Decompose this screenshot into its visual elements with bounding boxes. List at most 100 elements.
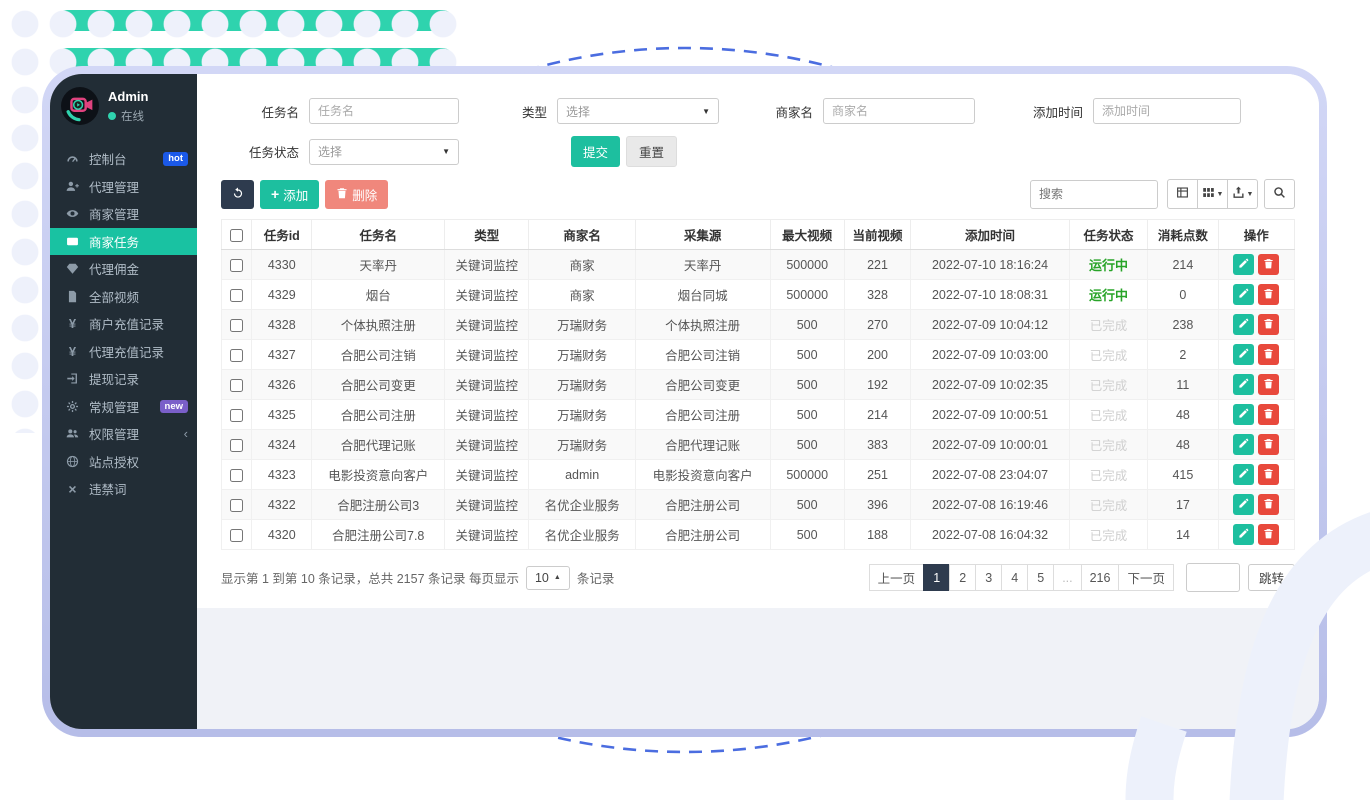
sidebar-item-4[interactable]: 商家任务 — [50, 228, 197, 256]
row-delete-button[interactable] — [1258, 254, 1279, 275]
cell-points: 0 — [1148, 280, 1218, 310]
row-checkbox[interactable] — [230, 469, 243, 482]
edit-button[interactable] — [1233, 404, 1254, 425]
sidebar-item-13[interactable]: ×违禁词 — [50, 475, 197, 503]
type-select[interactable]: 选择 ▼ — [557, 98, 719, 124]
pencil-icon — [1238, 527, 1249, 542]
row-checkbox[interactable] — [230, 379, 243, 392]
sidebar-item-2[interactable]: 代理管理 — [50, 173, 197, 201]
sidebar-item-1[interactable]: 控制台hot — [50, 145, 197, 173]
column-header: 商家名 — [529, 220, 635, 250]
user-name: Admin — [108, 89, 148, 104]
toggle-view-icon — [1176, 186, 1189, 202]
edit-button[interactable] — [1233, 434, 1254, 455]
add-button[interactable]: + 添加 — [260, 180, 319, 209]
submit-button[interactable]: 提交 — [571, 136, 620, 167]
cell-max-videos: 500 — [770, 370, 844, 400]
status-badge: 已完成 — [1090, 379, 1128, 393]
page-size-select[interactable]: 10 ▲ — [526, 566, 570, 590]
row-checkbox[interactable] — [230, 289, 243, 302]
add-time-input[interactable] — [1093, 98, 1241, 124]
cell-add-time: 2022-07-09 10:02:35 — [911, 370, 1070, 400]
row-checkbox[interactable] — [230, 259, 243, 272]
select-all-checkbox[interactable] — [230, 229, 243, 242]
app-card: Admin 在线 控制台hot代理管理商家管理商家任务代理佣金全部视频¥商户充值… — [42, 66, 1327, 737]
cell-merchant: 万瑞财务 — [529, 310, 635, 340]
pencil-icon — [1238, 467, 1249, 482]
select-all-checkbox-cell — [222, 220, 252, 250]
row-delete-button[interactable] — [1258, 494, 1279, 515]
page-button-2[interactable]: 2 — [949, 564, 976, 591]
edit-button[interactable] — [1233, 344, 1254, 365]
reset-button[interactable]: 重置 — [626, 136, 677, 167]
avatar[interactable] — [61, 87, 99, 125]
cell-points: 11 — [1148, 370, 1218, 400]
status-badge: 已完成 — [1090, 499, 1128, 513]
row-checkbox[interactable] — [230, 349, 243, 362]
task-name-input[interactable] — [309, 98, 459, 124]
row-delete-button[interactable] — [1258, 284, 1279, 305]
row-delete-button[interactable] — [1258, 374, 1279, 395]
view-button-group: ▼ ▼ — [1168, 179, 1258, 209]
row-delete-button[interactable] — [1258, 434, 1279, 455]
edit-button[interactable] — [1233, 314, 1254, 335]
status-badge: 运行中 — [1089, 288, 1128, 303]
edit-button[interactable] — [1233, 524, 1254, 545]
type-label: 类型 — [487, 102, 547, 121]
merchant-name-input[interactable] — [823, 98, 975, 124]
sidebar-item-label: 控制台 — [89, 149, 127, 168]
refresh-icon — [232, 187, 244, 202]
search-button[interactable] — [1264, 179, 1295, 209]
edit-button[interactable] — [1233, 464, 1254, 485]
page-button-3[interactable]: 3 — [975, 564, 1002, 591]
sidebar-item-3[interactable]: 商家管理 — [50, 200, 197, 228]
task-status-select[interactable]: 选择 ▼ — [309, 139, 459, 165]
row-delete-button[interactable] — [1258, 344, 1279, 365]
sidebar-item-7[interactable]: ¥商户充值记录 — [50, 310, 197, 338]
row-checkbox[interactable] — [230, 499, 243, 512]
edit-button[interactable] — [1233, 284, 1254, 305]
row-delete-button[interactable] — [1258, 464, 1279, 485]
cell-add-time: 2022-07-09 10:03:00 — [911, 340, 1070, 370]
page-button-216[interactable]: 216 — [1081, 564, 1120, 591]
refresh-button[interactable] — [221, 180, 254, 209]
page-button-1[interactable]: 1 — [923, 564, 950, 591]
table-row: 4327合肥公司注销关键词监控万瑞财务合肥公司注销5002002022-07-0… — [222, 340, 1295, 370]
row-checkbox[interactable] — [230, 319, 243, 332]
sidebar-item-8[interactable]: ¥代理充值记录 — [50, 338, 197, 366]
row-delete-button[interactable] — [1258, 524, 1279, 545]
pagination: 显示第 1 到第 10 条记录，总共 2157 条记录 每页显示 10 ▲ 条记… — [221, 563, 1295, 592]
row-delete-button[interactable] — [1258, 314, 1279, 335]
sidebar-item-label: 全部视频 — [89, 287, 139, 306]
row-delete-button[interactable] — [1258, 404, 1279, 425]
cell-task-name: 电影投资意向客户 — [312, 460, 445, 490]
edit-button[interactable] — [1233, 254, 1254, 275]
prev-page-button[interactable]: 上一页 — [869, 564, 925, 591]
cell-add-time: 2022-07-10 18:16:24 — [911, 250, 1070, 280]
cell-points: 14 — [1148, 520, 1218, 550]
sidebar-item-10[interactable]: 常规管理new — [50, 393, 197, 421]
cell-current-videos: 188 — [844, 520, 910, 550]
sidebar-item-5[interactable]: 代理佣金 — [50, 255, 197, 283]
page-button-5[interactable]: 5 — [1027, 564, 1054, 591]
sidebar-item-12[interactable]: 站点授权 — [50, 448, 197, 476]
sidebar-item-9[interactable]: 提现记录 — [50, 365, 197, 393]
caret-down-icon: ▼ — [442, 147, 450, 156]
sidebar-item-6[interactable]: 全部视频 — [50, 283, 197, 311]
page-button-4[interactable]: 4 — [1001, 564, 1028, 591]
sidebar-item-11[interactable]: 权限管理‹ — [50, 420, 197, 448]
search-input[interactable] — [1030, 180, 1158, 209]
toggle-view-button[interactable] — [1167, 179, 1198, 209]
next-page-button[interactable]: 下一页 — [1118, 564, 1174, 591]
jump-button[interactable]: 跳转 — [1248, 564, 1295, 591]
row-checkbox[interactable] — [230, 439, 243, 452]
edit-button[interactable] — [1233, 374, 1254, 395]
export-button[interactable]: ▼ — [1227, 179, 1258, 209]
add-time-label: 添加时间 — [1005, 102, 1083, 121]
edit-button[interactable] — [1233, 494, 1254, 515]
row-checkbox[interactable] — [230, 409, 243, 422]
delete-button[interactable]: 删除 — [325, 180, 388, 209]
jump-page-input[interactable] — [1186, 563, 1240, 592]
columns-button[interactable]: ▼ — [1197, 179, 1228, 209]
row-checkbox[interactable] — [230, 529, 243, 542]
